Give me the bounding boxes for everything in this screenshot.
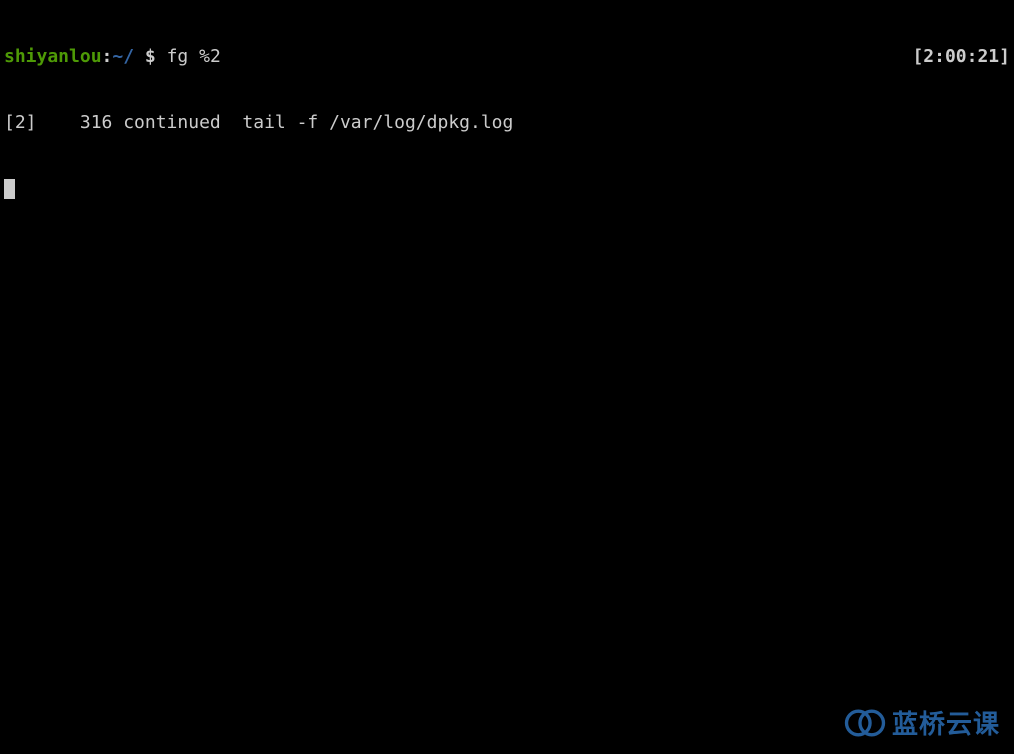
prompt-user: shiyanlou	[4, 46, 102, 67]
command-input[interactable]: fg %2	[167, 46, 221, 67]
prompt-left: shiyanlou:~/ $ fg %2	[4, 46, 221, 68]
watermark: 蓝桥云课	[844, 708, 1000, 740]
prompt-symbol: $	[134, 46, 167, 67]
terminal-window[interactable]: shiyanlou:~/ $ fg %2 [2:00:21] [2] 316 c…	[0, 0, 1014, 224]
cursor-line	[4, 178, 1010, 200]
watermark-logo-icon	[844, 708, 886, 740]
prompt-cwd: ~/	[112, 46, 134, 67]
watermark-text: 蓝桥云课	[892, 713, 1000, 735]
terminal-cursor	[4, 179, 15, 199]
timestamp: [2:00:21]	[912, 46, 1010, 68]
output-line-1: [2] 316 continued tail -f /var/log/dpkg.…	[4, 112, 1010, 134]
prompt-separator: :	[102, 46, 113, 67]
prompt-line: shiyanlou:~/ $ fg %2 [2:00:21]	[4, 46, 1010, 68]
